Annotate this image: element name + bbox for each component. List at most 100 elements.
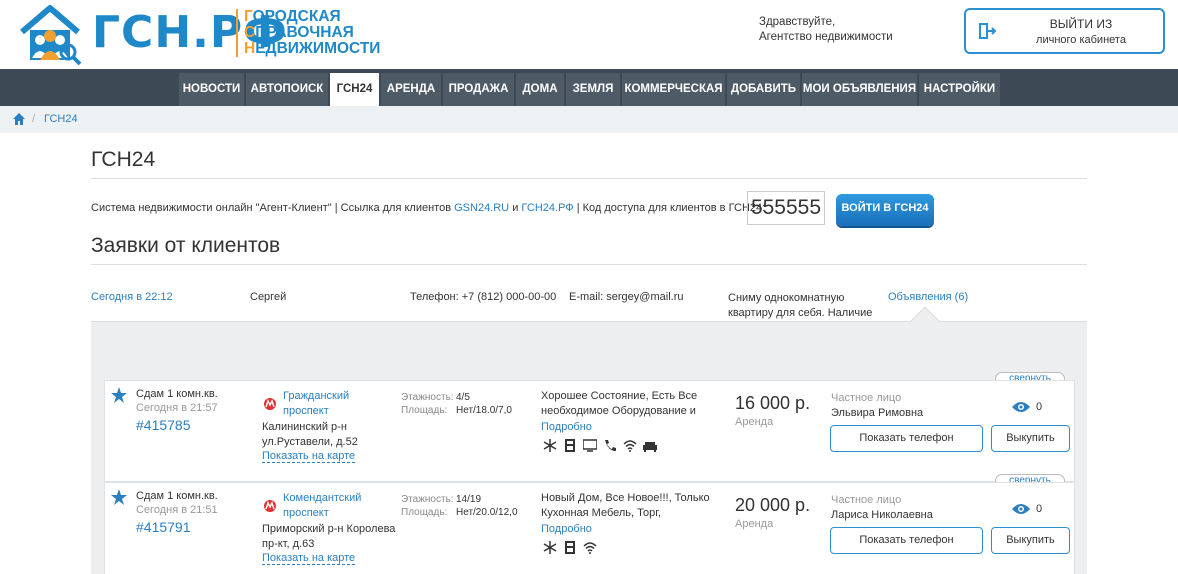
tv-icon <box>582 439 598 452</box>
logout-label: ВЫЙТИ ИЗ <box>1049 17 1113 31</box>
views-count: 0 <box>1036 401 1043 413</box>
main-nav: НОВОСТИ АВТОПОИСК ГСН24 АРЕНДА ПРОДАЖА Д… <box>0 69 1178 106</box>
area-value: Нет/20.0/12,0 <box>456 507 518 518</box>
site-header: ГСН.РФ ГОРОДСКАЯ СПРАВОЧНАЯ НЕДВИЖИМОСТИ… <box>0 0 1178 69</box>
eye-icon <box>1012 402 1030 412</box>
listing-description: Новый Дом, Все Новое!!!, Только Кухонная… <box>541 492 710 519</box>
system-code-text: | Код доступа для клиентов в ГСН24: <box>576 202 766 214</box>
show-phone-button[interactable]: Показать телефон <box>830 425 983 452</box>
nav-item-sale[interactable]: ПРОДАЖА <box>443 73 514 106</box>
logo-subtitle: ГОРОДСКАЯ СПРАВОЧНАЯ НЕДВИЖИМОСТИ <box>236 9 380 57</box>
details-link[interactable]: Подробно <box>541 523 592 535</box>
request-text: Сниму однокомнатную квартиру для себя. Н… <box>728 292 873 319</box>
show-phone-button[interactable]: Показать телефон <box>830 527 983 554</box>
listing-address: Приморский р-н Королева пр-кт, д.63 <box>262 523 396 550</box>
breadcrumb-current[interactable]: ГСН24 <box>44 113 78 125</box>
logo-subtitle-line: НЕДВИЖИМОСТИ <box>244 40 381 57</box>
listing-title: Сдам 1 комн.кв. <box>136 388 218 400</box>
listing-number[interactable]: #415791 <box>136 519 191 535</box>
house-logo-icon[interactable] <box>18 2 82 66</box>
snowflake-icon <box>543 541 557 554</box>
buy-button[interactable]: Выкупить <box>991 527 1070 554</box>
metro-icon <box>264 398 276 410</box>
nav-item-rent[interactable]: АРЕНДА <box>381 73 441 106</box>
floors-label: Этажность: <box>401 392 454 403</box>
phone-icon <box>603 439 617 452</box>
listing-card: Сдам 1 комн.кв. Сегодня в 21:51 #415791 … <box>104 482 1075 574</box>
sofa-icon <box>643 439 657 452</box>
seller-name: Эльвира Римовна <box>831 407 924 419</box>
floors-label: Этажность: <box>401 494 454 505</box>
exit-door-icon <box>979 23 996 39</box>
nav-item-news[interactable]: НОВОСТИ <box>179 73 244 106</box>
request-email: E-mail: sergey@mail.ru <box>569 291 684 303</box>
system-info: Система недвижимости онлайн "Агент-Клиен… <box>91 202 765 214</box>
greeting-agency: Агентство недвижимости <box>759 31 893 43</box>
buy-button[interactable]: Выкупить <box>991 425 1070 452</box>
listing-title: Сдам 1 комн.кв. <box>136 490 218 502</box>
area-label: Площадь: <box>401 507 448 518</box>
area-label: Площадь: <box>401 405 448 416</box>
divider <box>91 264 1087 265</box>
details-link[interactable]: Подробно <box>541 421 592 433</box>
gsn24-rf-link[interactable]: ГСН24.РФ <box>521 202 573 214</box>
nav-item-houses[interactable]: ДОМА <box>516 73 564 106</box>
star-icon[interactable] <box>111 489 127 505</box>
page-title: ГСН24 <box>91 148 156 171</box>
logo-subtitle-line: СПРАВОЧНАЯ <box>244 24 354 41</box>
wifi-icon <box>583 541 597 554</box>
listing-number[interactable]: #415785 <box>136 417 191 433</box>
wifi-icon <box>623 439 637 452</box>
show-on-map-link[interactable]: Показать на карте <box>262 552 356 565</box>
logo-subtitle-line: ГОРОДСКАЯ <box>244 8 341 25</box>
show-on-map-link[interactable]: Показать на карте <box>262 450 356 463</box>
floors-value: 14/19 <box>456 494 482 505</box>
greeting: Здравствуйте, Агентство недвижимости <box>759 15 893 45</box>
nav-item-autosearch[interactable]: АВТОПОИСК <box>246 73 328 106</box>
requests-title: Заявки от клиентов <box>91 234 281 257</box>
seller-type: Частное лицо <box>831 494 902 506</box>
breadcrumb: / ГСН24 <box>0 106 1178 133</box>
nav-item-my-listings[interactable]: МОИ ОБЪЯВЛЕНИЯ <box>802 73 917 106</box>
nav-item-gsn24[interactable]: ГСН24 <box>330 73 379 106</box>
listings-link[interactable]: Объявления (6) <box>888 291 968 303</box>
divider <box>91 178 1087 179</box>
logout-sublabel: личного кабинета <box>1036 34 1126 46</box>
amenities <box>543 439 657 452</box>
snowflake-icon <box>543 439 557 452</box>
listing-card: Сдам 1 комн.кв. Сегодня в 21:57 #415785 … <box>104 380 1075 482</box>
floors-value: 4/5 <box>456 392 470 403</box>
greeting-line: Здравствуйте, <box>759 16 836 28</box>
price-type: Аренда <box>735 416 774 428</box>
gsn24-ru-link[interactable]: GSN24.RU <box>454 202 509 214</box>
metro-station[interactable]: Гражданский проспект <box>283 389 383 419</box>
amenities <box>543 541 597 554</box>
breadcrumb-separator: / <box>32 113 36 125</box>
listing-address: Калининский р-н ул.Руставели, д.52 <box>262 421 358 448</box>
request-time[interactable]: Сегодня в 22:12 <box>91 291 173 303</box>
area-value: Нет/18.0/7,0 <box>456 405 512 416</box>
enter-gsn24-button[interactable]: ВОЙТИ В ГСН24 <box>836 194 934 226</box>
listing-price: 20 000 р. <box>735 495 811 515</box>
price-type: Аренда <box>735 518 774 530</box>
home-icon[interactable] <box>13 113 25 125</box>
nav-item-add[interactable]: ДОБАВИТЬ <box>727 73 800 106</box>
nav-item-commercial[interactable]: КОММЕРЧЕСКАЯ <box>622 73 725 106</box>
views-count: 0 <box>1036 503 1043 515</box>
listing-description: Хорошее Состояние, Есть Все необходимое … <box>541 390 698 417</box>
listing-date: Сегодня в 21:57 <box>136 402 218 414</box>
request-phone: Телефон: +7 (812) 000-00-00 <box>410 291 557 303</box>
logout-button[interactable]: ВЫЙТИ ИЗ личного кабинета <box>964 8 1165 54</box>
nav-item-land[interactable]: ЗЕМЛЯ <box>566 73 620 106</box>
metro-icon <box>264 500 276 512</box>
system-text: Система недвижимости онлайн "Агент-Клиен… <box>91 202 452 214</box>
request-client-name: Сергей <box>250 291 287 303</box>
nav-item-settings[interactable]: НАСТРОЙКИ <box>919 73 1000 106</box>
seller-type: Частное лицо <box>831 392 902 404</box>
system-and: и <box>512 202 519 214</box>
metro-station[interactable]: Комендантский проспект <box>283 491 383 521</box>
star-icon[interactable] <box>111 387 127 403</box>
listing-price: 16 000 р. <box>735 393 811 413</box>
eye-icon <box>1012 504 1030 514</box>
listing-date: Сегодня в 21:51 <box>136 504 218 516</box>
